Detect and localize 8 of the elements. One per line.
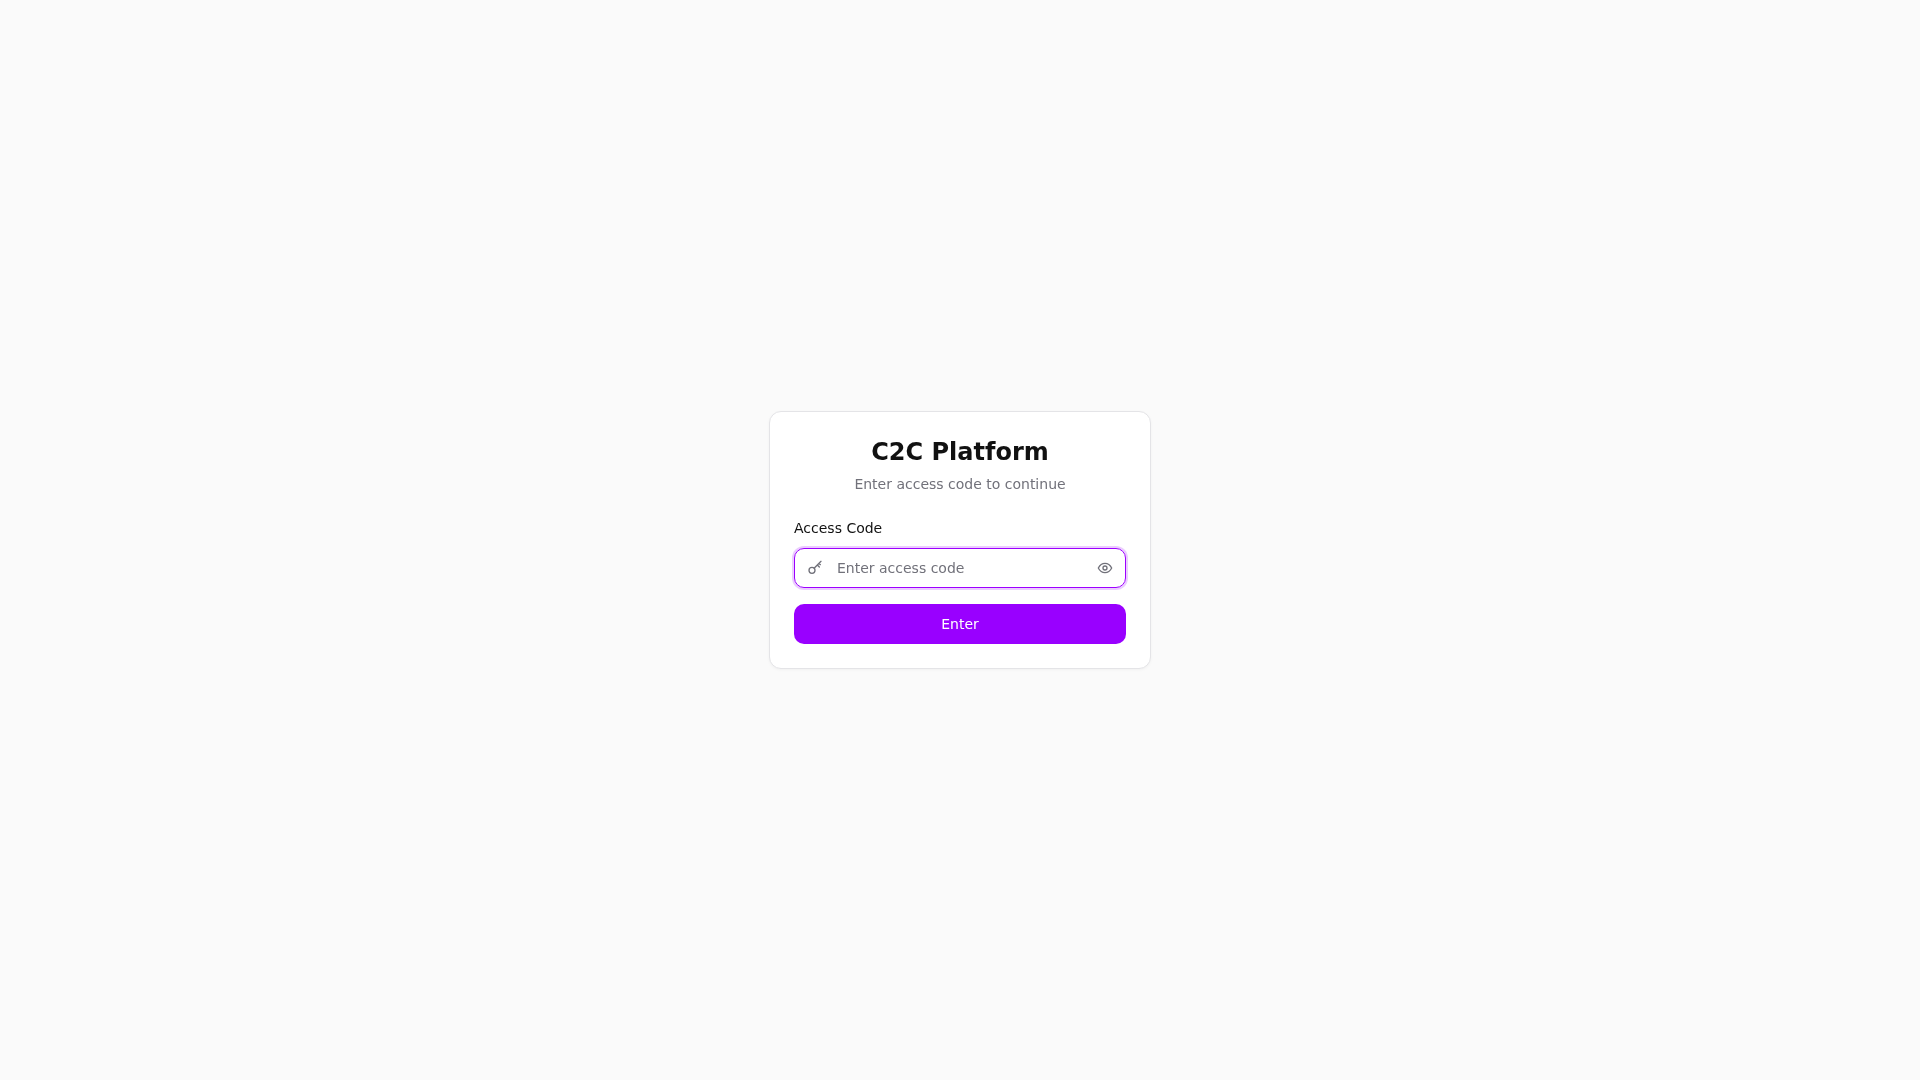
card-subtitle: Enter access code to continue: [853, 475, 1067, 494]
enter-button[interactable]: Enter: [794, 604, 1126, 644]
access-code-input[interactable]: Enter access code: [835, 559, 1085, 577]
eye-icon[interactable]: [1097, 560, 1113, 576]
field-label: Access Code: [794, 519, 884, 538]
key-icon: [807, 560, 823, 576]
access-code-field[interactable]: Enter access code: [794, 548, 1126, 588]
card-title: C2C Platform: [870, 437, 1050, 468]
